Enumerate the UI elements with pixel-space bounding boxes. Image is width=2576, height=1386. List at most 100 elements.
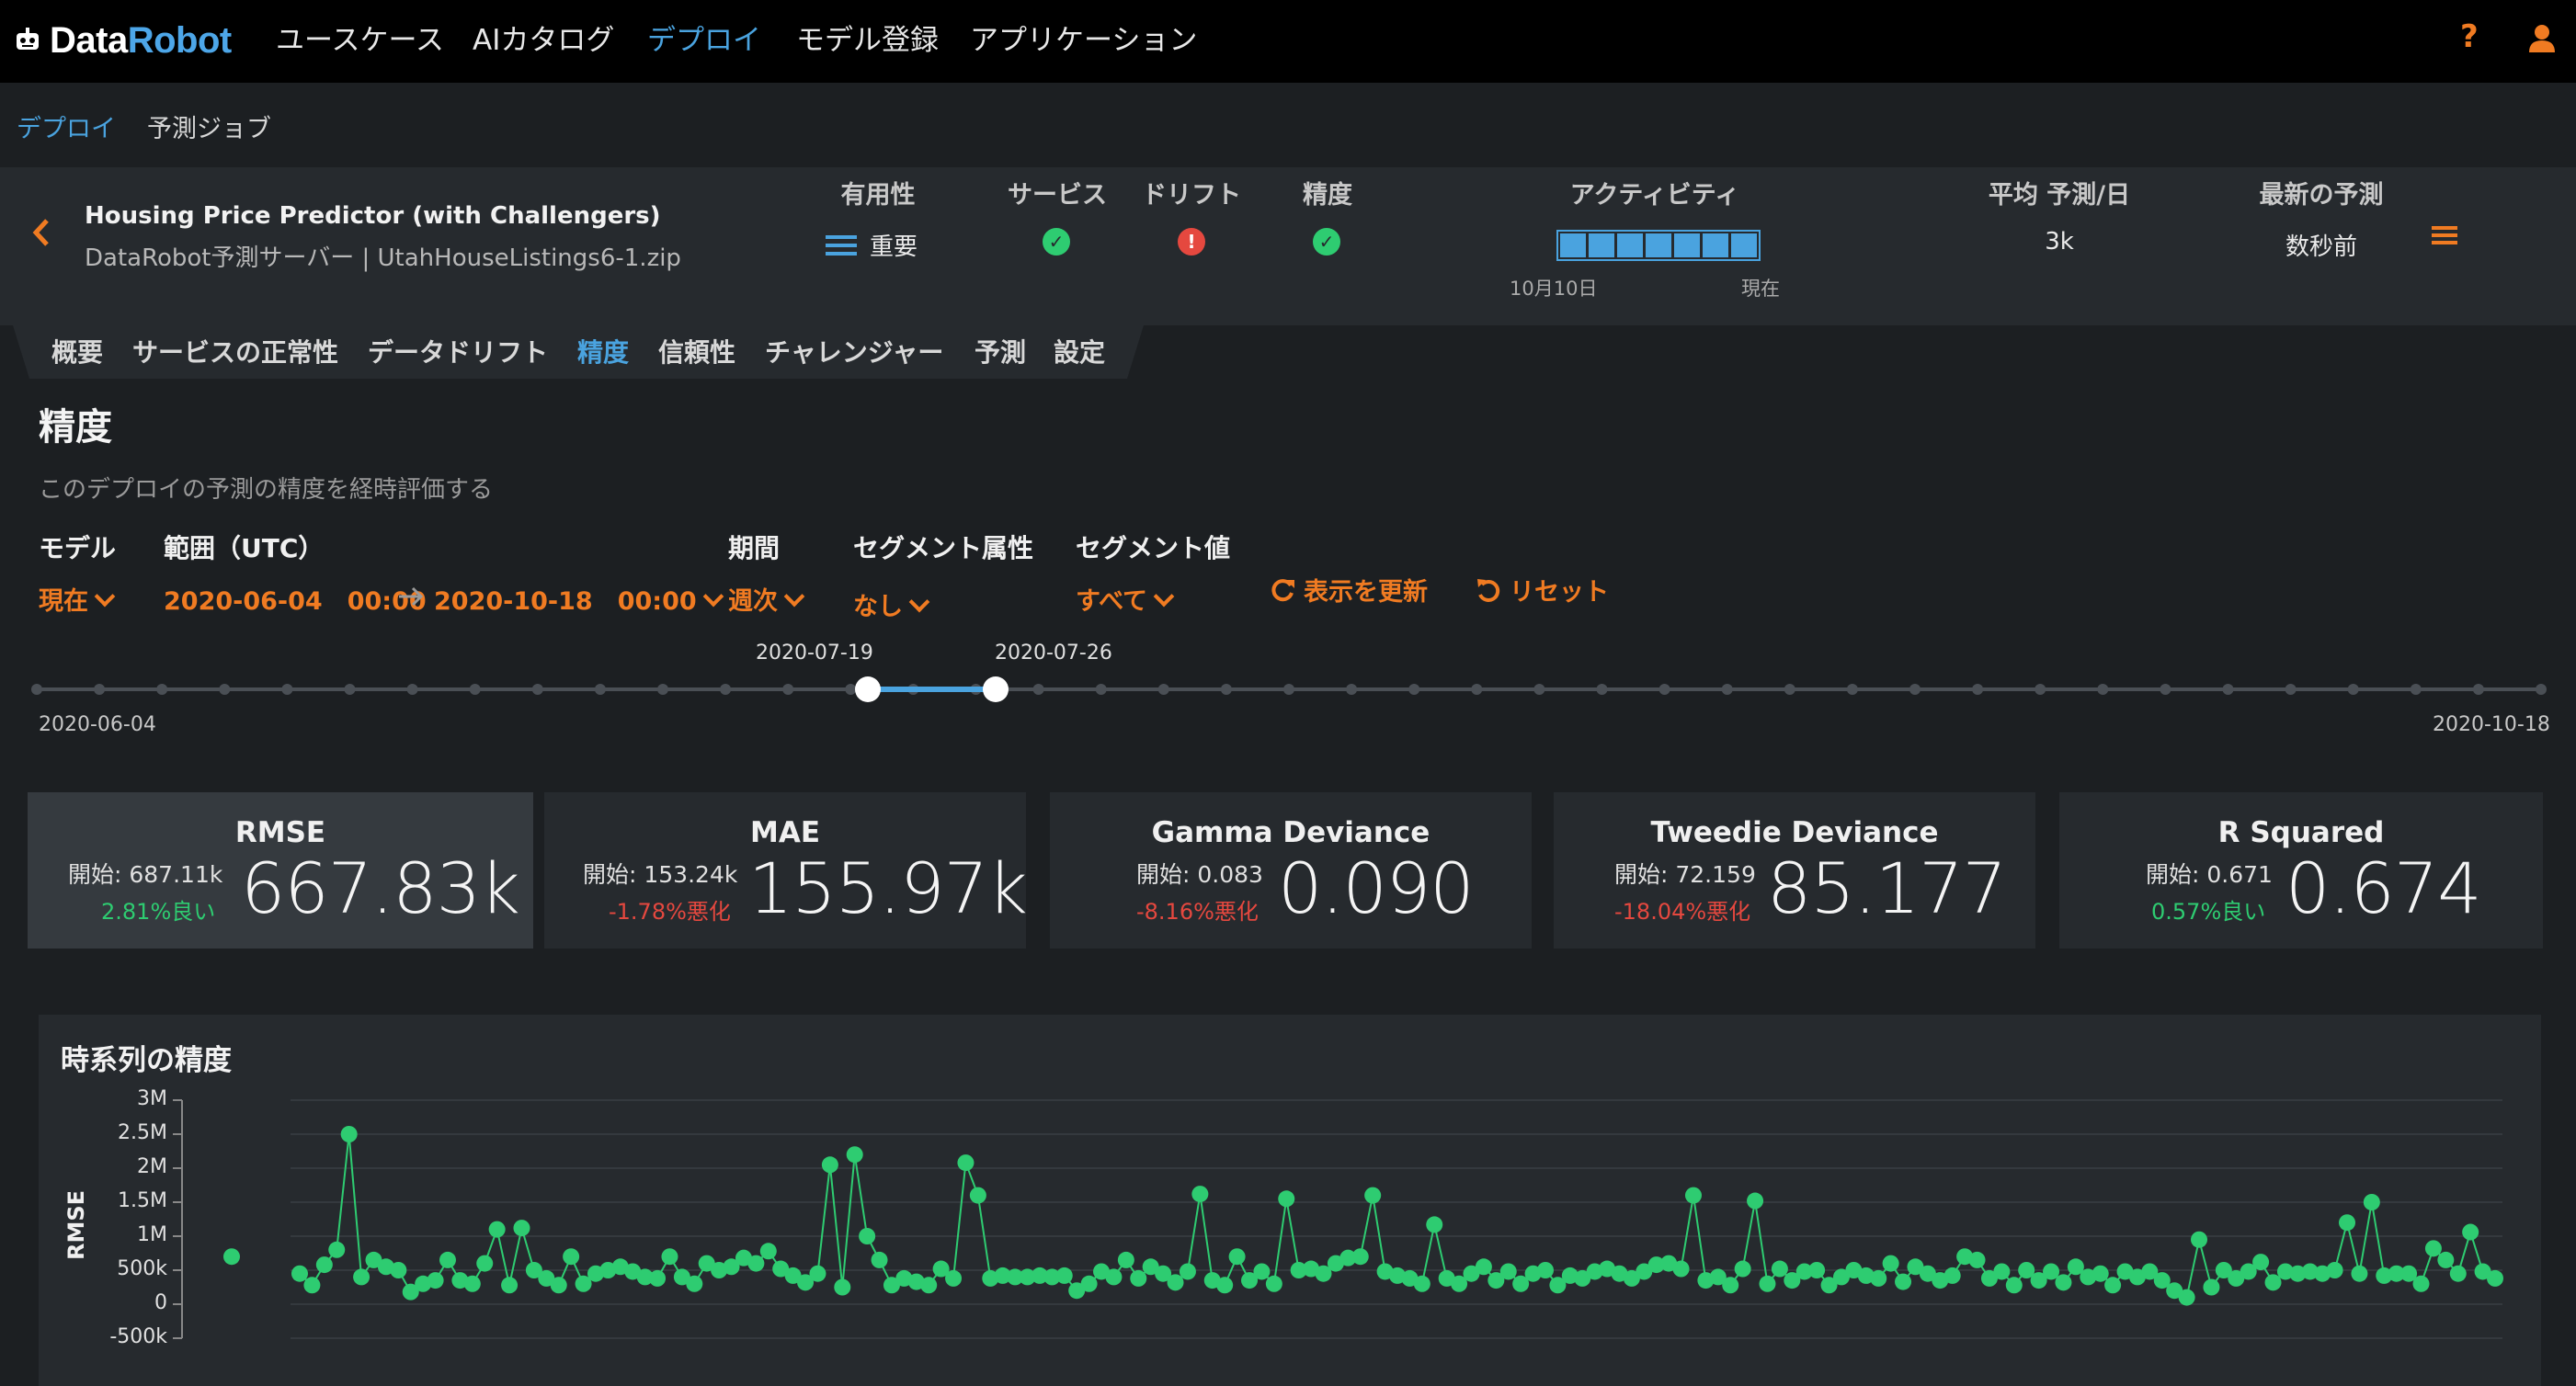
nav-applications[interactable]: アプリケーション — [970, 17, 1197, 58]
accuracy-label: 精度 — [1303, 181, 1352, 210]
nav-model-registry[interactable]: モデル登録 — [796, 17, 939, 58]
data-point — [1055, 1267, 1073, 1284]
arrow-right-icon — [399, 586, 424, 607]
data-point — [1684, 1187, 1702, 1204]
slider-end-handle[interactable] — [983, 676, 1009, 702]
importance-label: 有用性 — [840, 181, 916, 210]
refresh-icon — [1271, 578, 1294, 601]
slider-tick — [782, 684, 794, 695]
slider-tick — [1471, 684, 1483, 695]
drift-label: ドリフト — [1142, 181, 1241, 210]
slider-tick — [2222, 684, 2234, 695]
model-filter-dropdown[interactable]: 現在 — [39, 581, 116, 617]
metric-card-tweedie-deviance[interactable]: Tweedie Deviance 開始: 72.159 -18.04%悪化 85… — [1554, 792, 2035, 949]
tab-settings[interactable]: 設定 — [1054, 333, 1105, 369]
breadcrumb-prediction-jobs[interactable]: 予測ジョブ — [147, 108, 271, 144]
accuracy-line-chart[interactable] — [0, 1085, 2576, 1386]
back-chevron-icon[interactable] — [31, 217, 51, 248]
tab-accuracy[interactable]: 精度 — [577, 333, 629, 369]
data-point — [1105, 1268, 1123, 1286]
slider-tick — [720, 684, 732, 695]
data-point — [1968, 1251, 1986, 1268]
tab-challengers[interactable]: チャレンジャー — [765, 333, 943, 369]
metric-card-rmse[interactable]: RMSE 開始: 687.11k 2.81%良い 667.83k — [28, 792, 533, 949]
data-point — [439, 1251, 456, 1268]
range-filter-label: 範囲（UTC） — [164, 533, 325, 563]
nav-usecases[interactable]: ユースケース — [276, 17, 444, 58]
service-label: サービス — [1008, 181, 1107, 210]
data-point — [563, 1248, 580, 1266]
data-point — [223, 1248, 240, 1266]
refresh-button[interactable]: 表示を更新 — [1269, 572, 1428, 608]
metric-value: 0.674 — [2285, 847, 2482, 929]
segment-attribute-label: セグメント属性 — [853, 533, 1034, 563]
data-point — [1130, 1269, 1147, 1287]
reset-label: リセット — [1510, 578, 1609, 607]
user-icon[interactable] — [2526, 22, 2558, 53]
chevron-down-icon — [783, 585, 805, 608]
data-point — [390, 1262, 407, 1278]
importance-indicator: 重要 — [826, 228, 918, 262]
breadcrumb-deployments[interactable]: デプロイ — [17, 108, 116, 144]
slider-tick — [657, 684, 668, 695]
menu-icon[interactable] — [2432, 224, 2457, 246]
tab-predictions[interactable]: 予測 — [975, 333, 1026, 369]
slider-tick — [219, 684, 231, 695]
datarobot-logo[interactable]: Data Robot — [13, 13, 232, 68]
range-end-picker[interactable]: 2020-10-18 00:00 — [434, 581, 724, 617]
slider-tick — [1283, 684, 1294, 695]
service-ok-icon: ✓ — [1043, 228, 1070, 256]
chevron-down-icon — [1153, 585, 1175, 608]
data-point — [1943, 1267, 1961, 1284]
slider-start-handle[interactable] — [855, 676, 881, 702]
segment-value-dropdown[interactable]: すべて — [1076, 581, 1175, 617]
logo-text-data: Data — [50, 19, 128, 61]
data-point — [2203, 1278, 2220, 1296]
data-point — [2437, 1251, 2455, 1268]
data-point — [1882, 1255, 1899, 1272]
metric-change: 2.81%良い — [101, 899, 216, 925]
data-point — [1191, 1186, 1209, 1203]
robot-icon — [17, 28, 39, 50]
data-point — [945, 1269, 963, 1287]
range-start-picker[interactable]: 2020-06-04 00:00 — [164, 581, 427, 617]
data-point — [463, 1275, 481, 1292]
data-point — [661, 1248, 678, 1266]
data-point — [315, 1256, 333, 1274]
metric-value: 155.97k — [748, 847, 1028, 929]
segment-attribute-dropdown[interactable]: なし — [853, 586, 930, 622]
latest-prediction-label: 最新の予測 — [2259, 181, 2384, 210]
metric-card-mae[interactable]: MAE 開始: 153.24k -1.78%悪化 155.97k — [544, 792, 1028, 949]
tab-overview[interactable]: 概要 — [51, 333, 103, 369]
reset-button[interactable]: リセット — [1475, 572, 1609, 608]
nav-deployments[interactable]: デプロイ — [647, 17, 761, 58]
page-description: このデプロイの予測の精度を経時評価する — [39, 476, 494, 504]
date-range-slider[interactable] — [0, 634, 2576, 735]
tab-service-health[interactable]: サービスの正常性 — [132, 333, 338, 369]
chart-title: 時系列の精度 — [61, 1044, 232, 1077]
data-point — [821, 1156, 838, 1174]
nav-ai-catalog[interactable]: AIカタログ — [473, 17, 614, 58]
data-point — [2178, 1289, 2195, 1306]
period-dropdown[interactable]: 週次 — [728, 581, 805, 617]
logo-text-robot: Robot — [127, 19, 233, 61]
data-point — [291, 1265, 308, 1282]
data-point — [649, 1269, 667, 1287]
tab-data-drift[interactable]: データドリフト — [368, 333, 548, 369]
slider-tick — [31, 684, 42, 695]
segment-value-value: すべて — [1076, 587, 1148, 616]
metric-card-r-squared[interactable]: R Squared 開始: 0.671 0.57%良い 0.674 — [2059, 792, 2543, 949]
metric-card-gamma-deviance[interactable]: Gamma Deviance 開始: 0.083 -8.16%悪化 0.090 — [1050, 792, 1532, 949]
data-point — [1228, 1248, 1246, 1266]
help-icon[interactable]: ? — [2460, 18, 2479, 55]
metric-value: 0.090 — [1278, 847, 1475, 929]
data-point — [1253, 1263, 1271, 1280]
slider-tick — [469, 684, 481, 695]
tab-reliability[interactable]: 信頼性 — [658, 333, 735, 369]
data-point — [1895, 1273, 1912, 1290]
slider-tick — [2410, 684, 2422, 695]
data-point — [1117, 1251, 1134, 1268]
data-point — [1771, 1260, 1788, 1278]
slider-tick — [1721, 684, 1733, 695]
data-point — [1413, 1275, 1430, 1292]
